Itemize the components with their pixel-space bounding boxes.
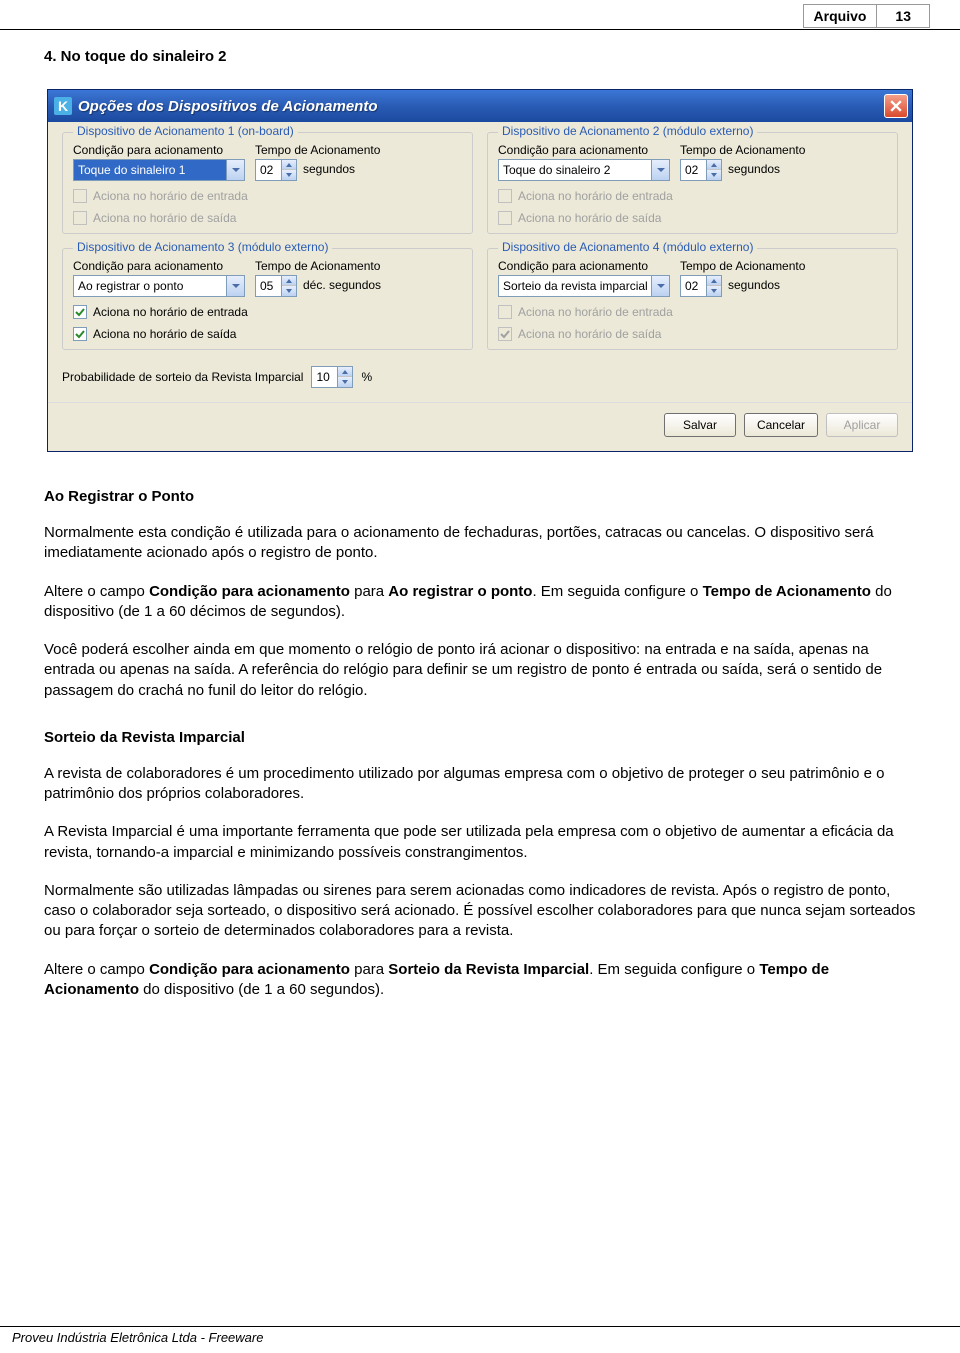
titlebar: K Opções dos Dispositivos de Acionamento — [48, 90, 912, 122]
cond-combo[interactable]: Sorteio da revista imparcial — [498, 275, 670, 297]
cond-combo[interactable]: Toque do sinaleiro 1 — [73, 159, 245, 181]
paragraph: Altere o campo Condição para acionamento… — [44, 960, 916, 1001]
checkbox-label: Aciona no horário de saída — [93, 327, 236, 341]
spinner-up-icon[interactable] — [282, 160, 296, 170]
spinner-up-icon[interactable] — [707, 276, 721, 286]
spinner-up-icon[interactable] — [707, 160, 721, 170]
check-icon — [500, 329, 510, 339]
tempo-spinner[interactable]: 02 — [680, 159, 722, 181]
spinner-up-icon[interactable] — [282, 276, 296, 286]
unit-label: segundos — [303, 162, 355, 179]
spinner-down-icon[interactable] — [707, 170, 721, 180]
checkbox-label: Aciona no horário de entrada — [93, 305, 248, 319]
unit-label: segundos — [728, 162, 780, 179]
unit-label: segundos — [728, 278, 780, 295]
spinner-up-icon[interactable] — [338, 367, 352, 377]
save-button[interactable]: Salvar — [664, 413, 736, 437]
close-icon — [890, 100, 902, 112]
tempo-label: Tempo de Acionamento — [680, 143, 805, 157]
tempo-value: 02 — [256, 163, 281, 177]
prob-spinner[interactable]: 10 — [311, 366, 353, 388]
group-legend: Dispositivo de Acionamento 3 (módulo ext… — [73, 240, 332, 254]
checkbox-label: Aciona no horário de saída — [93, 211, 236, 225]
tempo-spinner[interactable]: 02 — [255, 159, 297, 181]
tempo-value: 05 — [256, 279, 281, 293]
device-group-2: Dispositivo de Acionamento 2 (módulo ext… — [487, 132, 898, 234]
checkbox-label: Aciona no horário de entrada — [518, 305, 673, 319]
tempo-spinner[interactable]: 02 — [680, 275, 722, 297]
checkbox-chk2 — [498, 211, 512, 225]
page-number: 13 — [877, 5, 929, 27]
paragraph: Normalmente são utilizadas lâmpadas ou s… — [44, 881, 916, 942]
cond-value: Toque do sinaleiro 2 — [503, 163, 651, 177]
tempo-spinner[interactable]: 05 — [255, 275, 297, 297]
heading-sorteio: Sorteio da Revista Imparcial — [44, 729, 916, 746]
dialog-window: K Opções dos Dispositivos de Acionamento… — [47, 89, 913, 452]
tempo-value: 02 — [681, 279, 706, 293]
checkbox-label: Aciona no horário de entrada — [93, 189, 248, 203]
app-icon: K — [54, 97, 72, 115]
checkbox-chk1[interactable] — [73, 305, 87, 319]
checkbox-chk1 — [498, 305, 512, 319]
header-label: Arquivo — [804, 5, 878, 27]
page-footer: Proveu Indústria Eletrônica Ltda - Freew… — [0, 1326, 960, 1345]
paragraph: A Revista Imparcial é uma importante fer… — [44, 822, 916, 863]
page-header: Arquivo 13 — [0, 0, 960, 30]
chevron-down-icon[interactable] — [651, 276, 669, 296]
spinner-down-icon[interactable] — [282, 170, 296, 180]
cond-value: Ao registrar o ponto — [78, 279, 226, 293]
spinner-down-icon[interactable] — [707, 286, 721, 296]
cond-value: Toque do sinaleiro 1 — [78, 163, 226, 177]
paragraph: A revista de colaboradores é um procedim… — [44, 764, 916, 805]
tempo-label: Tempo de Acionamento — [255, 143, 380, 157]
checkbox-label: Aciona no horário de saída — [518, 211, 661, 225]
apply-button[interactable]: Aplicar — [826, 413, 898, 437]
group-legend: Dispositivo de Acionamento 4 (módulo ext… — [498, 240, 757, 254]
checkbox-chk1 — [73, 189, 87, 203]
chevron-down-icon[interactable] — [226, 160, 244, 180]
cond-combo[interactable]: Toque do sinaleiro 2 — [498, 159, 670, 181]
section-title: 4. No toque do sinaleiro 2 — [44, 48, 916, 65]
device-group-4: Dispositivo de Acionamento 4 (módulo ext… — [487, 248, 898, 350]
paragraph: Você poderá escolher ainda em que moment… — [44, 640, 916, 701]
checkbox-chk2[interactable] — [73, 327, 87, 341]
prob-unit: % — [361, 370, 372, 384]
spinner-down-icon[interactable] — [282, 286, 296, 296]
checkbox-chk2 — [498, 327, 512, 341]
group-legend: Dispositivo de Acionamento 1 (on-board) — [73, 124, 298, 138]
cond-value: Sorteio da revista imparcial — [503, 279, 651, 293]
tempo-value: 02 — [681, 163, 706, 177]
cond-label: Condição para acionamento — [73, 259, 245, 273]
tempo-label: Tempo de Acionamento — [680, 259, 805, 273]
spinner-down-icon[interactable] — [338, 377, 352, 387]
cond-label: Condição para acionamento — [498, 143, 670, 157]
cond-label: Condição para acionamento — [498, 259, 670, 273]
heading-ao-registrar: Ao Registrar o Ponto — [44, 488, 916, 505]
chevron-down-icon[interactable] — [226, 276, 244, 296]
check-icon — [75, 307, 85, 317]
cond-label: Condição para acionamento — [73, 143, 245, 157]
group-legend: Dispositivo de Acionamento 2 (módulo ext… — [498, 124, 757, 138]
check-icon — [75, 329, 85, 339]
close-button[interactable] — [884, 94, 908, 118]
chevron-down-icon[interactable] — [651, 160, 669, 180]
checkbox-chk1 — [498, 189, 512, 203]
prob-value: 10 — [312, 370, 337, 384]
checkbox-label: Aciona no horário de entrada — [518, 189, 673, 203]
checkbox-label: Aciona no horário de saída — [518, 327, 661, 341]
cancel-button[interactable]: Cancelar — [744, 413, 818, 437]
cond-combo[interactable]: Ao registrar o ponto — [73, 275, 245, 297]
unit-label: déc. segundos — [303, 278, 381, 295]
paragraph: Normalmente esta condição é utilizada pa… — [44, 523, 916, 564]
tempo-label: Tempo de Acionamento — [255, 259, 381, 273]
header-box: Arquivo 13 — [803, 4, 930, 28]
checkbox-chk2 — [73, 211, 87, 225]
device-group-1: Dispositivo de Acionamento 1 (on-board)C… — [62, 132, 473, 234]
device-group-3: Dispositivo de Acionamento 3 (módulo ext… — [62, 248, 473, 350]
prob-label: Probabilidade de sorteio da Revista Impa… — [62, 370, 303, 384]
paragraph: Altere o campo Condição para acionamento… — [44, 582, 916, 623]
titlebar-text: Opções dos Dispositivos de Acionamento — [78, 98, 378, 115]
